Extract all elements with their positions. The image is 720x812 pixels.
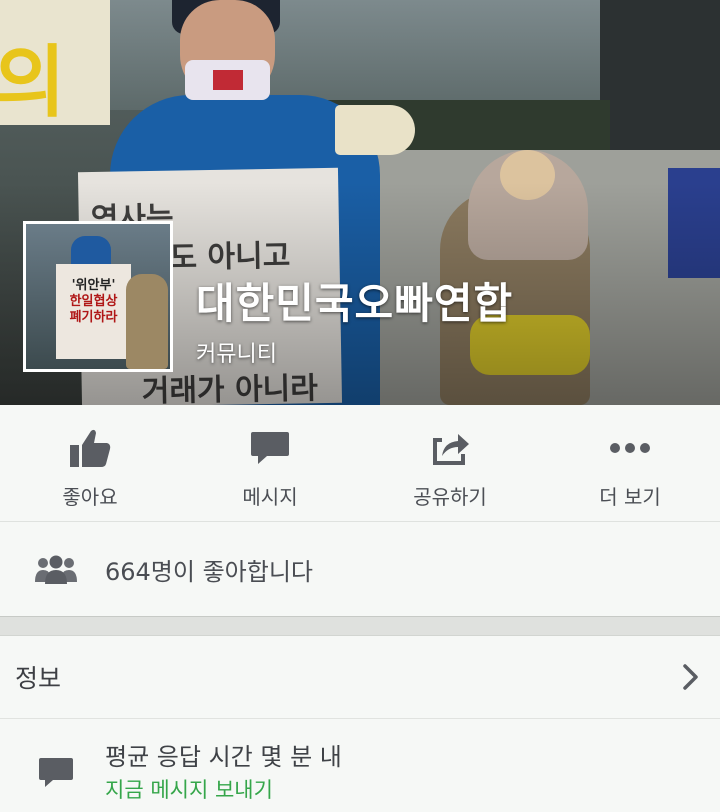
message-button[interactable]: 메시지 [180, 405, 360, 521]
message-icon [39, 758, 73, 787]
message-icon [247, 428, 293, 468]
action-bar: 좋아요 메시지 공유하기 더 보기 [0, 405, 720, 522]
likes-row[interactable]: 664명이 좋아합니다 [0, 522, 720, 616]
share-button[interactable]: 공유하기 [360, 405, 540, 521]
share-icon [427, 428, 473, 468]
more-label: 더 보기 [599, 485, 661, 509]
more-button[interactable]: 더 보기 [540, 405, 720, 521]
response-time-text: 평균 응답 시간 몇 분 내 [105, 743, 342, 771]
send-message-link[interactable]: 지금 메시지 보내기 [105, 774, 273, 804]
response-time-row[interactable]: 평균 응답 시간 몇 분 내 지금 메시지 보내기 [0, 719, 720, 812]
profile-picture[interactable]: '위안부' 한일협상 폐기하라 [23, 221, 173, 372]
likes-count: 664명이 좋아합니다 [105, 557, 313, 586]
profile-sign: '위안부' 한일협상 폐기하라 [56, 264, 131, 359]
like-button[interactable]: 좋아요 [0, 405, 180, 521]
people-icon [35, 555, 77, 584]
message-label: 메시지 [242, 485, 298, 509]
page-title: 대한민국오빠연합 [196, 279, 514, 328]
cover-photo[interactable]: 의 역사는 도 아니고 거래가 아니라 '위안부' 한일협상 폐기하라 대한민국… [0, 0, 720, 405]
thumbs-up-icon [67, 428, 113, 468]
info-section-header[interactable]: 정보 [0, 636, 720, 719]
page-category: 커뮤니티 [196, 342, 277, 367]
chevron-right-icon [683, 664, 698, 690]
section-divider [0, 616, 720, 636]
share-label: 공유하기 [413, 485, 487, 509]
profile-statue [126, 274, 168, 369]
like-label: 좋아요 [62, 485, 118, 509]
info-title: 정보 [15, 664, 62, 693]
more-icon [607, 428, 653, 468]
